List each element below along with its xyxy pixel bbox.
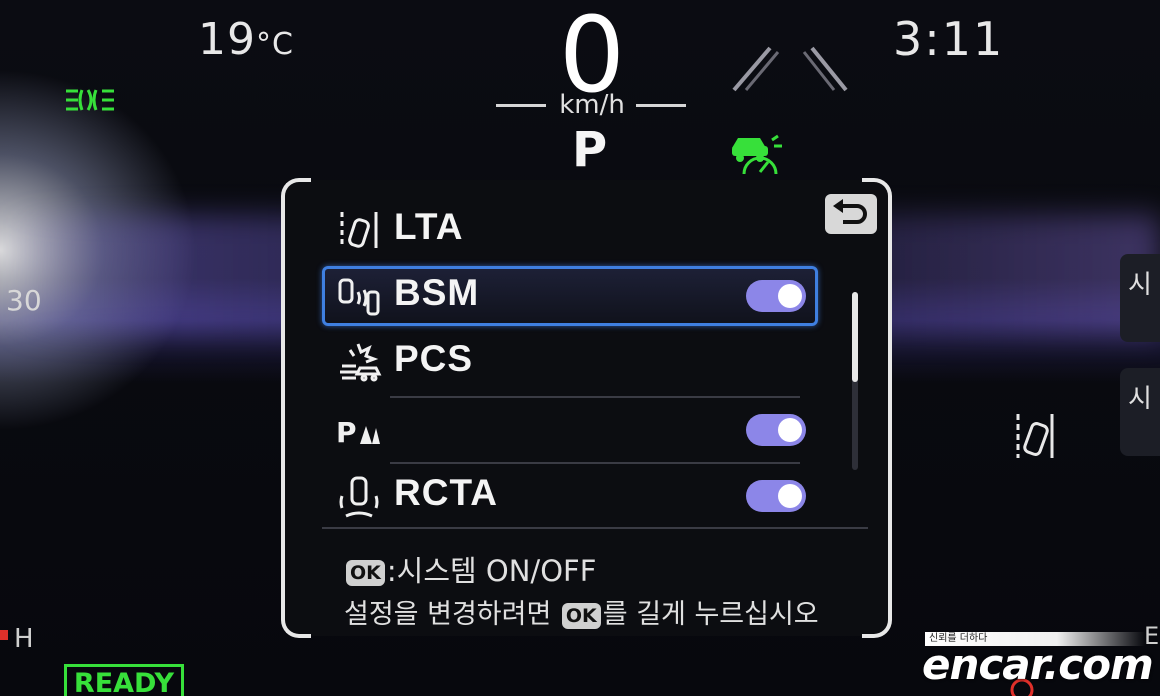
menu-item-label: BSM	[394, 272, 480, 313]
hint-line2-suffix: 를 길게 누르십시오	[602, 599, 819, 630]
ready-indicator: READY	[64, 664, 184, 696]
menu-item-label: PCS	[394, 338, 474, 379]
fuel-warning-icon	[0, 630, 8, 640]
clock: 3:11	[893, 12, 1005, 66]
hint-line2-prefix: 설정을 변경하려면	[344, 599, 560, 630]
speed-divider-right	[636, 104, 686, 107]
menu-scrollbar-thumb[interactable]	[852, 292, 858, 382]
menu-item-bsm[interactable]: BSM	[322, 266, 818, 326]
menu-item-rcta[interactable]: RCTA	[322, 466, 818, 526]
hint-change-settings: 설정을 변경하려면 OK 를 길게 누르십시오	[344, 592, 819, 631]
back-arrow-icon	[833, 199, 867, 224]
menu-divider	[390, 396, 800, 398]
instrument-cluster-screen: 19°C 3:11 0 km/h P 30 H READY 시 시 E LTA …	[0, 0, 1160, 696]
speed-unit: km/h	[559, 90, 625, 120]
gear-indicator: P	[572, 122, 608, 178]
bsm-toggle-switch[interactable]	[746, 280, 806, 312]
menu-divider	[390, 462, 800, 464]
outside-temperature: 19°C	[198, 14, 294, 65]
parking-sensor-toggle-switch[interactable]	[746, 414, 806, 446]
odometer-fragment: 30	[6, 284, 42, 317]
blind-spot-monitor-icon	[338, 278, 380, 316]
temperature-unit: °C	[256, 27, 294, 62]
svg-text:P: P	[336, 416, 357, 449]
panel-bracket-left	[281, 178, 311, 638]
lane-trace-side-icon	[1016, 414, 1054, 458]
temperature-value: 19	[198, 14, 256, 65]
ok-button-badge: OK	[561, 602, 601, 629]
hint-line1-text: :시스템 ON/OFF	[386, 554, 597, 588]
rear-cross-traffic-icon	[339, 476, 379, 518]
side-menu-button-2[interactable]: 시	[1120, 368, 1160, 456]
fuel-h-label: H	[14, 624, 34, 654]
menu-item-label: LTA	[394, 206, 464, 247]
menu-item-lta[interactable]: LTA	[322, 200, 818, 260]
hint-divider	[322, 527, 868, 529]
rcta-toggle-switch[interactable]	[746, 480, 806, 512]
headlight-indicator-icon	[66, 89, 114, 111]
parking-sensor-icon: P	[336, 416, 380, 449]
menu-item-pcs[interactable]: PCS	[322, 332, 818, 392]
speed-divider-left	[496, 104, 546, 107]
toggle-knob	[778, 418, 802, 442]
radar-cruise-indicator-icon	[732, 134, 782, 175]
watermark-brand: encar.com	[922, 640, 1154, 689]
panel-bracket-right	[862, 178, 892, 638]
toggle-knob	[778, 484, 802, 508]
pre-collision-icon	[340, 343, 382, 382]
menu-item-parking-sensor[interactable]: P	[322, 400, 818, 460]
lane-lines-icon	[732, 46, 848, 92]
hint-system-toggle: OK:시스템 ON/OFF	[344, 548, 596, 590]
ok-button-badge: OK	[346, 560, 385, 586]
menu-item-label: RCTA	[394, 472, 499, 513]
toggle-knob	[778, 284, 802, 308]
side-menu-button-1[interactable]: 시	[1120, 254, 1160, 342]
back-button[interactable]	[825, 194, 877, 234]
lane-trace-icon	[340, 212, 378, 248]
